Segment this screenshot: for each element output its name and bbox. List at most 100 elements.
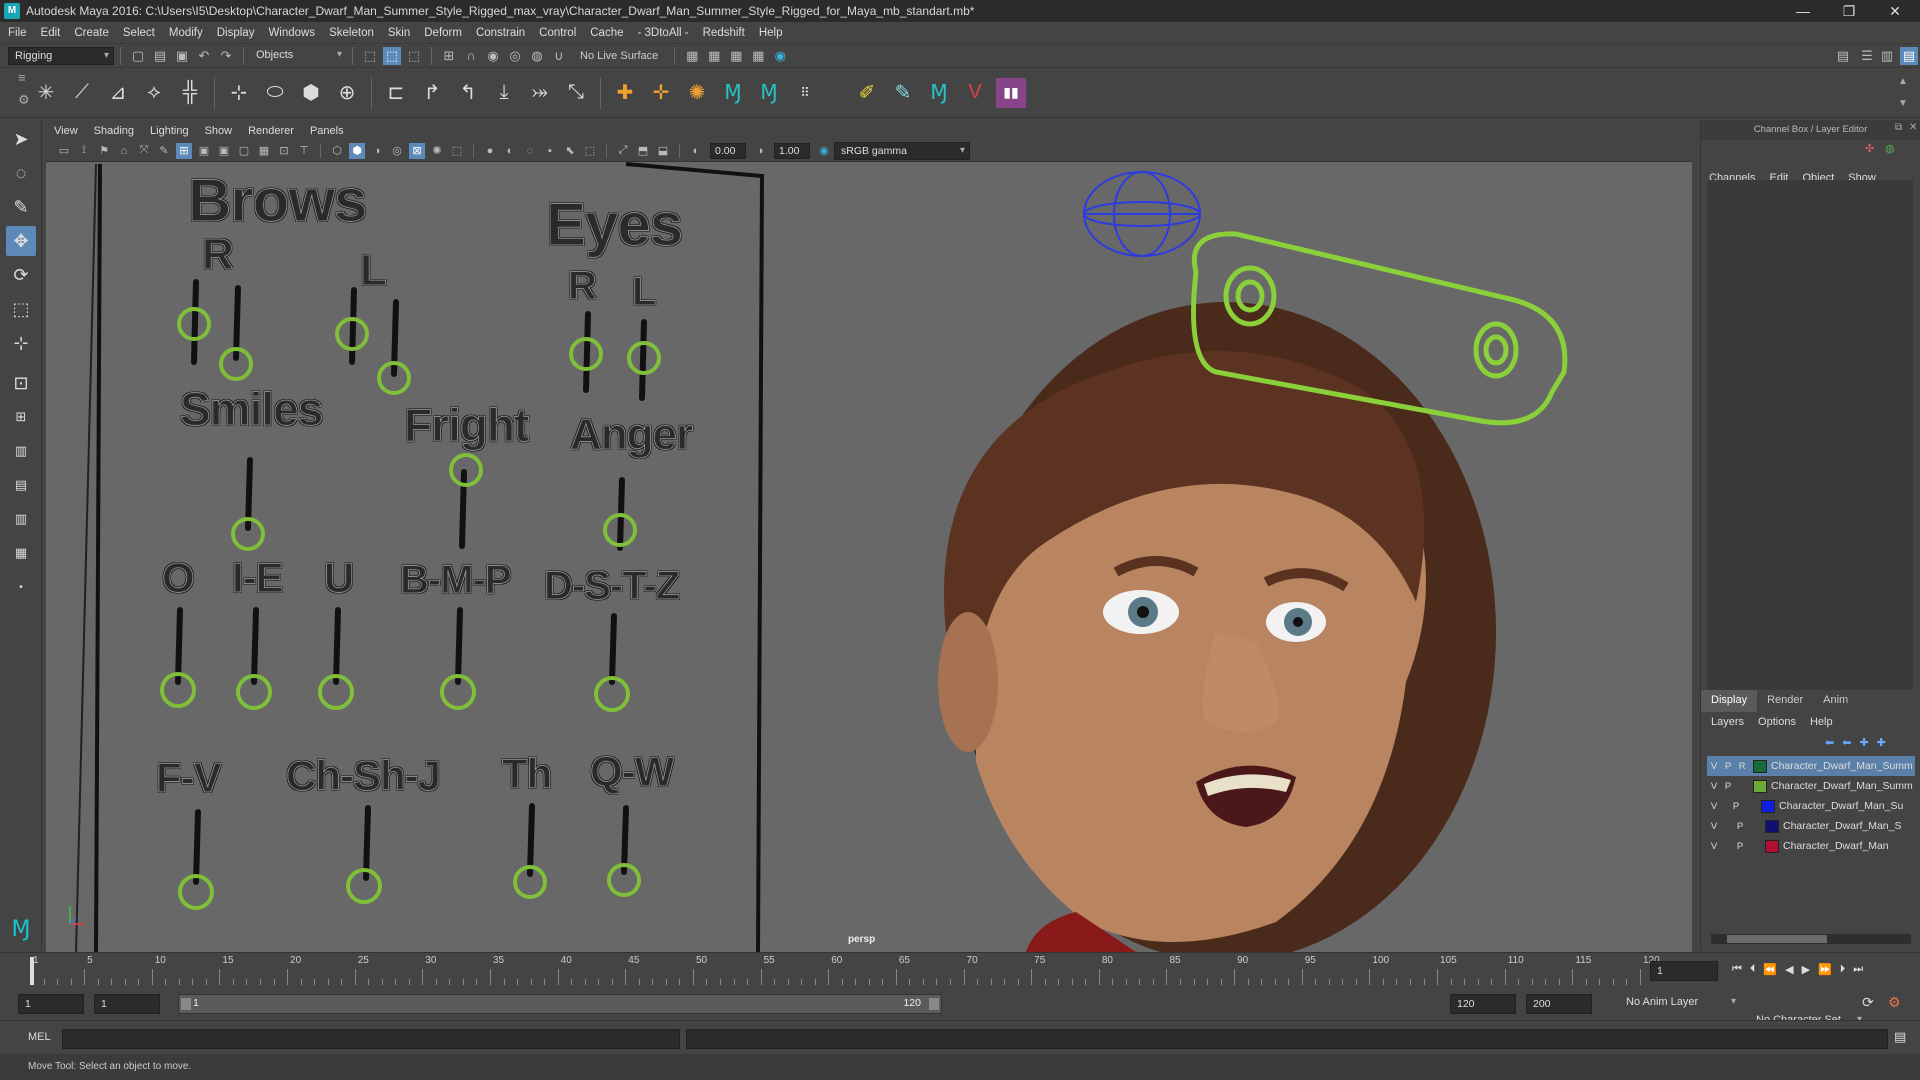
menu-skin[interactable]: Skin [388,27,410,39]
panel-menu-show[interactable]: Show [205,125,233,137]
scale-tool-icon[interactable]: ⬚ [6,294,36,324]
menu-skeleton[interactable]: Skeleton [329,27,374,39]
point-constraint-icon[interactable]: ✛ [646,78,676,108]
anim-layer-dropdown[interactable]: No Anim Layer [1620,994,1740,1012]
mirror-joint-icon[interactable]: ⟡ [139,78,169,108]
layout-persp-outliner-icon[interactable]: ▤ [6,470,36,500]
panel-menu-lighting[interactable]: Lighting [150,125,189,137]
preferences-icon[interactable]: ⚙ [1888,994,1901,1011]
close-button[interactable]: ✕ [1872,0,1918,22]
hypershade-icon[interactable]: ◉ [771,47,789,65]
command-input[interactable] [62,1029,680,1049]
view-transform-dropdown[interactable]: sRGB gamma [834,141,970,160]
command-language-toggle[interactable]: MEL [28,1031,51,1043]
anti-aliasing-icon[interactable]: ◌ [522,143,538,159]
layer-color-swatch[interactable] [1765,819,1779,833]
layer-menu-layers[interactable]: Layers [1711,716,1744,728]
attribute-editor-icon[interactable]: ☰ [1858,47,1876,65]
menu-edit[interactable]: Edit [41,27,61,39]
layer-visibility-toggle[interactable]: V [1707,761,1721,772]
current-frame-field[interactable]: 1 [1650,961,1718,981]
exposure-icon[interactable]: ◐ [688,143,704,159]
playback-start-field[interactable]: 1 [94,994,160,1014]
shelf-scroll-up-icon[interactable]: ▲ [1898,76,1908,87]
redo-icon[interactable]: ↷ [217,47,235,65]
animation-start-field[interactable]: 1 [18,994,84,1014]
ik-spline-icon[interactable]: ⊿ [103,78,133,108]
close-panel-icon[interactable]: ✕ [1909,122,1917,133]
step-forward-frame-icon[interactable]: ⏵ [1840,963,1846,976]
graph-editor-icon[interactable]: ▮▮ [996,77,1026,108]
gate-mask-icon[interactable]: ▢ [236,143,252,159]
float-panel-icon[interactable]: ⧉ [1895,122,1902,133]
blendshape-icon[interactable]: ⬭ [260,78,290,108]
render-settings-icon[interactable]: ▦ [683,47,701,65]
paint-effects-icon[interactable]: ✐ [852,78,882,108]
last-tool-icon[interactable]: ⊹ [6,328,36,358]
maya-home-logo-icon[interactable]: Ɱ [6,914,36,944]
step-forward-key-icon[interactable]: ⏩ [1818,963,1832,976]
menu-select[interactable]: Select [123,27,155,39]
live-surface-label[interactable]: No Live Surface [580,50,658,62]
wrap-icon[interactable]: ⊕ [332,78,362,108]
camera-select-icon[interactable]: ▭ [56,143,72,159]
layer-visibility-toggle[interactable]: V [1707,841,1721,852]
frame-selected-icon[interactable]: ⬒ [635,143,651,159]
interactive-bind-icon[interactable]: ↱ [417,78,447,108]
safe-action-icon[interactable]: ⊡ [276,143,292,159]
default-lighting-icon[interactable]: ✺ [429,143,445,159]
paint-weights-icon[interactable]: ↰ [453,78,483,108]
character-head-model[interactable] [938,302,1496,952]
menu-file[interactable]: File [8,27,27,39]
layout-single-icon[interactable]: ▥ [6,436,36,466]
snap-curve-icon[interactable]: ∩ [462,47,480,65]
gamma-icon[interactable]: ◑ [752,143,768,159]
orient-joint-icon[interactable]: ╬ [175,78,205,108]
snap-grid-icon[interactable]: ⊞ [440,47,458,65]
current-time-indicator[interactable] [30,957,34,985]
select-component-icon[interactable]: ⬚ [405,47,423,65]
menu-display[interactable]: Display [217,27,255,39]
grid-toggle-icon[interactable]: ⊞ [176,142,192,159]
cluster-icon[interactable]: ⊹ [224,78,254,108]
viewport-canvas[interactable] [46,162,1692,952]
layer-name[interactable]: Character_Dwarf_Man_Summ [1771,780,1913,792]
render-frame-icon[interactable]: ▦ [705,47,723,65]
ipr-render-icon[interactable]: ▦ [727,47,745,65]
snap-view-icon[interactable]: ◎ [506,47,524,65]
layout-custom-icon[interactable]: • [6,572,36,602]
restore-button[interactable]: ❐ [1826,0,1872,22]
paint-select-tool-icon[interactable]: ✎ [6,192,36,222]
snap-surface-icon[interactable]: ◍ [528,47,546,65]
layer-name[interactable]: Character_Dwarf_Man_Summ [1771,760,1913,772]
select-tool-icon[interactable]: ➤ [6,124,36,154]
image-plane-icon[interactable]: ⌂ [116,143,132,159]
script-editor-icon[interactable]: ▤ [1894,1029,1906,1045]
menu-modify[interactable]: Modify [169,27,203,39]
render-view-icon[interactable]: ▦ [749,47,767,65]
layer-row[interactable]: V P Character_Dwarf_Man_S [1707,816,1915,836]
go-to-start-icon[interactable]: ⏮ [1732,963,1742,976]
snap-point-icon[interactable]: ◉ [484,47,502,65]
depth-of-field-icon[interactable]: ▪ [542,143,558,159]
film-gate-icon[interactable]: ▣ [196,143,212,159]
aim-constraint-icon[interactable]: ✺ [682,78,712,108]
playback-end-field[interactable]: 120 [1450,994,1516,1014]
new-layer-selected-icon[interactable]: ✚ [1877,736,1886,749]
layer-playback-toggle[interactable]: P [1721,781,1735,792]
layout-hypershade-icon[interactable]: ▦ [6,538,36,568]
move-layer-down-icon[interactable]: ⬅ [1842,736,1851,749]
layer-visibility-toggle[interactable]: V [1707,781,1721,792]
time-slider[interactable]: 1 5 10 15 20 25 30 35 40 45 50 55 60 65 70 75 80 85 90 95 10… [0,952,1920,986]
copy-weights-icon[interactable]: ⤓ [489,78,519,108]
channel-box-toggle-icon-small[interactable]: ✣ [1865,142,1874,155]
shelf-settings-gear-icon[interactable]: ⚙ [18,92,30,108]
menu-control[interactable]: Control [539,27,576,39]
layer-playback-toggle[interactable]: P [1729,801,1743,812]
rotate-tool-icon[interactable]: ⟳ [6,260,36,290]
layer-playback-toggle[interactable]: P [1733,841,1747,852]
safe-title-icon[interactable]: ⊤ [296,143,312,159]
layer-visibility-toggle[interactable]: V [1707,821,1721,832]
prune-weights-icon[interactable]: ⤡ [561,78,591,108]
menu-windows[interactable]: Windows [268,27,315,39]
